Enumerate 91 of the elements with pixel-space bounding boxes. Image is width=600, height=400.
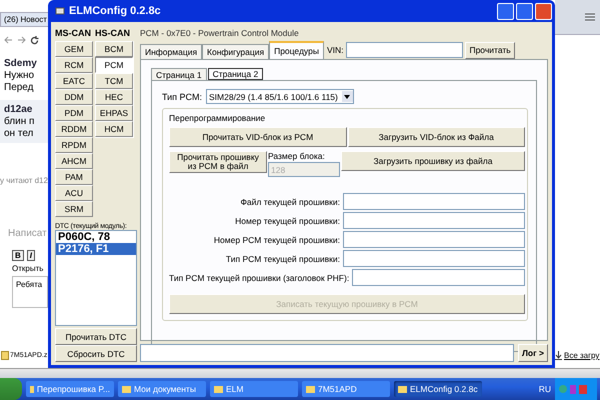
open-link[interactable]: Открыть [0, 264, 48, 273]
tab[interactable]: Информация [140, 44, 202, 59]
module-button[interactable]: RDDM [55, 121, 93, 137]
bus-heading: HS-CAN [95, 28, 131, 38]
input-field[interactable] [343, 231, 525, 248]
module-button[interactable]: PAM [55, 169, 93, 185]
field-label: Тип PCM текущей прошивки (заголовок PHF): [169, 272, 350, 282]
back-icon[interactable] [4, 36, 13, 44]
pcm-type-dropdown[interactable]: SIM28/29 (1.4 85/1.6 100/1.6 115) [206, 89, 354, 104]
minimize-button[interactable] [497, 2, 514, 20]
forward-icon[interactable] [17, 36, 26, 44]
menu-icon[interactable] [584, 12, 596, 22]
folder-icon [122, 385, 131, 393]
module-button[interactable]: RCM [55, 57, 93, 73]
field-label: Номер текущей прошивки: [234, 216, 340, 226]
input-field[interactable] [352, 269, 525, 286]
load-vid-button[interactable]: Загрузить VID-блок из Файла [348, 127, 525, 147]
read-firmware-button[interactable]: Прочитать прошивку из PCM в файл [169, 151, 267, 173]
reload-icon[interactable] [30, 36, 39, 45]
module-button[interactable]: PCM [95, 57, 133, 73]
taskbar-item[interactable]: 7M51APD [302, 381, 390, 397]
close-button[interactable] [535, 2, 552, 20]
page-tab[interactable]: Страница 2 [208, 68, 264, 80]
tab[interactable]: Конфигурация [202, 44, 270, 59]
module-button[interactable]: HCM [95, 121, 133, 137]
tab[interactable]: Процедуры [269, 41, 324, 59]
input-field[interactable] [343, 212, 525, 229]
post-text: Перед [4, 82, 34, 93]
caret-icon [344, 94, 350, 98]
taskbar-item[interactable]: ELMConfig 0.2.8c [394, 381, 482, 397]
post-author[interactable]: Sdemy [4, 58, 44, 69]
read-vin-button[interactable]: Прочитать [465, 42, 515, 58]
folder-icon [214, 385, 223, 393]
module-button[interactable]: EHPAS [95, 105, 133, 121]
browser-tab[interactable]: (26) Новост [0, 12, 48, 27]
folder-icon [306, 385, 315, 393]
field-label: Номер PCM текущей прошивки: [212, 234, 340, 244]
dtc-item[interactable]: P060C, 78 [56, 231, 136, 243]
downloads-link[interactable]: Все загру [564, 351, 600, 360]
module-button[interactable]: RPDM [55, 137, 93, 153]
block-size-label: Размер блока: [268, 151, 326, 161]
post-text: блин п [4, 116, 36, 127]
format-button[interactable]: I [26, 250, 36, 261]
horizontal-scrollbar[interactable] [0, 368, 600, 378]
input-field[interactable] [343, 193, 525, 210]
taskbar-item[interactable]: Перепрошивка P... [26, 381, 114, 397]
folder-icon [30, 385, 34, 393]
post-text: он тел [4, 128, 34, 139]
post-text: Нужно [4, 70, 36, 81]
taskbar-item[interactable]: Мои документы [118, 381, 206, 397]
field-label: Файл текущей прошивки: [239, 196, 340, 206]
dtc-button[interactable]: Сбросить DTC [55, 345, 137, 362]
language-indicator[interactable]: RU [538, 384, 551, 394]
reply-field[interactable]: Ребята [12, 276, 48, 308]
module-button[interactable]: EATC [55, 73, 93, 89]
page-tab[interactable]: Страница 1 [151, 68, 207, 80]
field-label: Тип PCM текущей прошивки: [224, 254, 340, 264]
module-button[interactable]: SRM [55, 201, 93, 217]
vin-field[interactable] [346, 42, 464, 58]
reply-heading: Написат [7, 228, 48, 239]
folder-icon [398, 385, 407, 393]
module-button[interactable]: GEM [55, 41, 93, 57]
taskbar-item[interactable]: ELM [210, 381, 298, 397]
read-vid-button[interactable]: Прочитать VID-блок из PCM [169, 127, 346, 147]
log-button[interactable]: Лог > [518, 344, 548, 362]
start-button[interactable] [0, 378, 22, 400]
module-button[interactable]: TCM [95, 73, 133, 89]
group-title: Перепрограммирование [169, 113, 266, 123]
bus-heading: MS-CAN [55, 28, 91, 38]
reading-note: у читают d12 [0, 176, 48, 185]
module-button[interactable]: PDM [55, 105, 93, 121]
pcm-type-label: Тип PCM: [162, 92, 202, 102]
dtc-item[interactable]: P2176, F1 [56, 243, 136, 255]
input-field[interactable] [343, 250, 525, 267]
module-button[interactable]: ACU [55, 185, 93, 201]
window-title: ELMConfig 0.2.8c [69, 5, 161, 17]
app-icon [55, 6, 65, 16]
file-icon [1, 351, 9, 360]
module-button[interactable]: DDM [55, 89, 93, 105]
module-button[interactable]: AHCM [55, 153, 93, 169]
module-button[interactable]: BCM [95, 41, 133, 57]
load-firmware-button[interactable]: Загрузить прошивку из файла [341, 151, 525, 171]
format-button[interactable]: B [12, 250, 24, 261]
module-title: PCM - 0x7E0 - Powertrain Control Module [140, 28, 300, 40]
dtc-button[interactable]: Прочитать DTC [55, 328, 137, 345]
tray-icons-drawing [555, 378, 597, 400]
maximize-button[interactable] [516, 2, 533, 20]
post-author[interactable]: d12ae [4, 104, 44, 115]
vin-label: VIN: [326, 45, 344, 55]
download-icon [555, 351, 562, 360]
module-button[interactable]: HEC [95, 89, 133, 105]
